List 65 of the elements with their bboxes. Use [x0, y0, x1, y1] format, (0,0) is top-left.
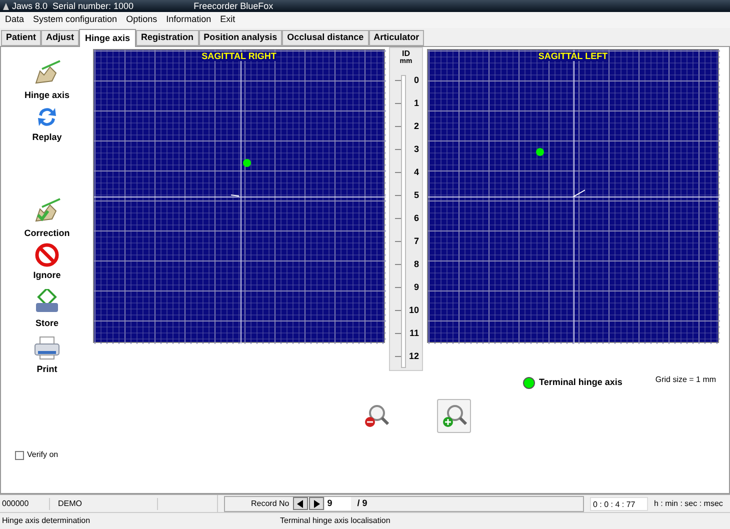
tab[interactable]: Occlusal distance — [282, 30, 369, 46]
tool-button[interactable]: Print — [12, 335, 82, 381]
tab[interactable]: Patient — [1, 30, 42, 46]
verify-label: Verify on — [27, 449, 58, 461]
scale-label: 12 — [408, 350, 419, 363]
trace-line — [231, 194, 239, 197]
scale-label: 9 — [414, 280, 419, 294]
hinge-point — [536, 148, 544, 156]
right-arrow-icon — [313, 500, 320, 508]
record-total: / 9 — [357, 496, 368, 510]
scale-label: 1 — [414, 96, 419, 110]
time-field: 0 : 0 : 4 : 77 — [590, 496, 648, 510]
store-icon — [34, 289, 60, 315]
status-code: 000000 — [0, 498, 50, 510]
status-user: DEMO — [50, 498, 158, 510]
record-label: Record No — [251, 498, 290, 510]
refresh-icon — [35, 105, 59, 129]
window-title: Jaws 8.0 Serial number: 1000 — [12, 2, 134, 10]
record-field[interactable]: 9 — [325, 497, 352, 510]
tool-button[interactable]: Store — [12, 289, 82, 335]
scale-label: 2 — [414, 120, 419, 133]
scale-label: 4 — [414, 166, 419, 179]
tool-button[interactable]: Hinge axis — [12, 59, 82, 105]
plot-title: SAGITTAL LEFT — [538, 52, 608, 61]
next-button[interactable] — [309, 497, 324, 510]
scale-label: 6 — [414, 212, 419, 225]
tool-button[interactable]: Replay — [12, 105, 82, 151]
previous-button[interactable] — [293, 497, 308, 510]
window-subtitle: Freecorder BlueFox — [194, 2, 274, 10]
zoom-in-icon — [441, 403, 467, 429]
tab[interactable]: Registration — [136, 30, 199, 46]
tab[interactable]: Articulator — [368, 30, 424, 46]
scale-label: 3 — [414, 142, 419, 156]
menu-item[interactable]: Options — [126, 13, 158, 27]
menu-item[interactable]: Information — [166, 13, 212, 27]
grid-size-note: Grid size = 1 mm — [655, 374, 716, 386]
plot-title: SAGITTAL RIGHT — [202, 52, 276, 61]
trace-line — [573, 188, 585, 198]
tool-button[interactable]: Ignore — [12, 243, 82, 289]
scale-title: ID — [402, 50, 410, 58]
tool-button[interactable]: Correction — [12, 197, 82, 243]
prohibited-icon — [35, 243, 59, 267]
printer-icon — [33, 335, 61, 361]
scale-label: 10 — [408, 304, 419, 317]
scale-label: 11 — [409, 326, 419, 340]
tab[interactable]: Hinge axis — [79, 29, 136, 47]
scale-label: 8 — [414, 258, 419, 271]
tab[interactable]: Position analysis — [198, 30, 282, 46]
menu-item[interactable]: Exit — [220, 13, 236, 27]
left-arrow-icon — [297, 500, 304, 508]
time-format: h : min : sec : msec — [654, 498, 723, 510]
zoom-in-button[interactable] — [437, 399, 471, 433]
scale-label: 5 — [414, 188, 419, 202]
app-icon — [2, 2, 10, 10]
zoom-out-icon — [363, 403, 389, 429]
status-text: Hinge axis determination — [1, 515, 92, 527]
menu-item[interactable]: Data — [5, 13, 24, 27]
tab[interactable]: Adjust — [41, 30, 80, 46]
legend-label: Terminal hinge axis — [539, 376, 622, 390]
verify-checkbox[interactable] — [15, 450, 24, 460]
hinge-point — [243, 159, 251, 167]
scale-label: 0 — [414, 74, 419, 87]
scale-label: 7 — [414, 234, 419, 248]
status-text: Terminal hinge axis localisation — [280, 515, 390, 527]
menu-item[interactable]: System configuration — [33, 13, 118, 27]
